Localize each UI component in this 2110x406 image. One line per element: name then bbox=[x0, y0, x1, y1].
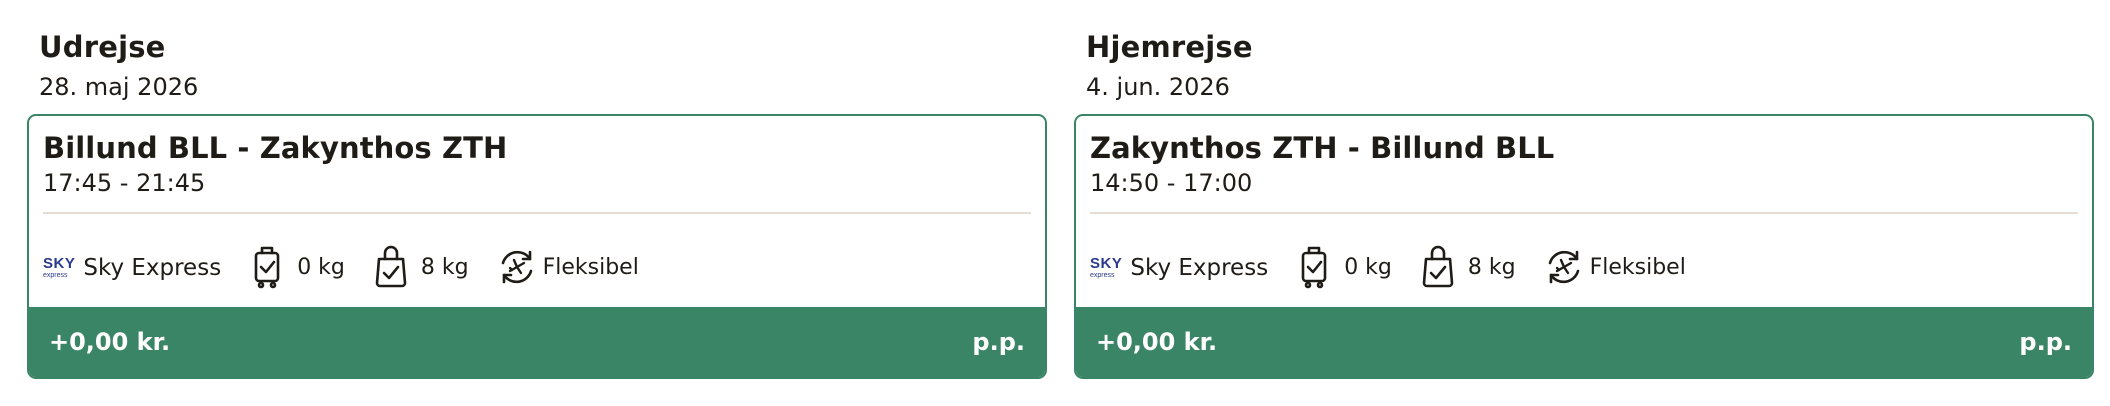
flexible-feature: Fleksibel bbox=[1544, 247, 1686, 287]
personal-bag-feature: 8 kg bbox=[373, 245, 469, 289]
personal-bag-feature: 8 kg bbox=[1420, 245, 1516, 289]
outbound-heading: Udrejse bbox=[39, 30, 166, 64]
carry-on-feature: 0 kg bbox=[249, 245, 345, 289]
flexible-label: Fleksibel bbox=[542, 254, 639, 280]
outbound-leg: Udrejse 28. maj 2026 Billund BLL - Zakyn… bbox=[27, 28, 1047, 379]
outbound-per-person: p.p. bbox=[972, 328, 1025, 356]
airline-logo-top: SKY bbox=[1090, 254, 1123, 272]
outbound-features: SKY express Sky Express 0 kg 8 kg Fleksi… bbox=[43, 244, 1031, 290]
return-airline: SKY express Sky Express bbox=[1090, 253, 1268, 281]
flexible-feature: Fleksibel bbox=[497, 247, 639, 287]
return-date: 4. jun. 2026 bbox=[1086, 73, 1230, 101]
flexible-flight-icon bbox=[1548, 250, 1579, 284]
return-times: 14:50 - 17:00 bbox=[1090, 169, 1253, 197]
personal-bag-icon bbox=[1422, 245, 1454, 288]
personal-bag-icon bbox=[375, 245, 407, 288]
outbound-route: Billund BLL - Zakynthos ZTH bbox=[43, 131, 508, 165]
outbound-date: 28. maj 2026 bbox=[39, 73, 199, 101]
personal-bag-label: 8 kg bbox=[1467, 254, 1516, 280]
personal-bag-label: 8 kg bbox=[420, 254, 469, 280]
outbound-airline: SKY express Sky Express bbox=[43, 253, 221, 281]
outbound-divider bbox=[43, 212, 1031, 214]
return-divider bbox=[1090, 212, 2078, 214]
return-heading: Hjemrejse bbox=[1086, 30, 1253, 64]
outbound-price-bar: +0,00 kr. p.p. bbox=[29, 307, 1045, 377]
return-leg: Hjemrejse 4. jun. 2026 Zakynthos ZTH - B… bbox=[1074, 28, 2094, 379]
return-route: Zakynthos ZTH - Billund BLL bbox=[1090, 131, 1555, 165]
outbound-price: +0,00 kr. bbox=[49, 328, 171, 356]
return-price-bar: +0,00 kr. p.p. bbox=[1076, 307, 2092, 377]
outbound-card-body: Billund BLL - Zakynthos ZTH 17:45 - 21:4… bbox=[29, 116, 1045, 307]
return-per-person: p.p. bbox=[2019, 328, 2072, 356]
carry-on-label: 0 kg bbox=[1344, 254, 1392, 280]
flexible-flight-icon bbox=[501, 250, 532, 284]
carry-on-label: 0 kg bbox=[297, 254, 345, 280]
airline-logo-bottom: express bbox=[1090, 271, 1115, 279]
outbound-times: 17:45 - 21:45 bbox=[43, 169, 206, 197]
carry-on-feature: 0 kg bbox=[1296, 245, 1392, 289]
airline-name: Sky Express bbox=[1130, 255, 1269, 281]
sky-express-logo: SKY express bbox=[1090, 256, 1122, 279]
airline-logo-bottom: express bbox=[43, 271, 68, 279]
carry-on-bag-icon bbox=[1301, 246, 1327, 289]
return-features: SKY express Sky Express 0 kg 8 kg Fleksi… bbox=[1090, 244, 2078, 290]
return-price: +0,00 kr. bbox=[1096, 328, 1218, 356]
sky-express-logo: SKY express bbox=[43, 256, 75, 279]
flexible-label: Fleksibel bbox=[1589, 254, 1686, 280]
carry-on-bag-icon bbox=[254, 246, 280, 289]
outbound-flight-card[interactable]: Billund BLL - Zakynthos ZTH 17:45 - 21:4… bbox=[27, 114, 1047, 379]
airline-name: Sky Express bbox=[83, 255, 222, 281]
airline-logo-top: SKY bbox=[43, 254, 76, 272]
return-flight-card[interactable]: Zakynthos ZTH - Billund BLL 14:50 - 17:0… bbox=[1074, 114, 2094, 379]
return-card-body: Zakynthos ZTH - Billund BLL 14:50 - 17:0… bbox=[1076, 116, 2092, 307]
